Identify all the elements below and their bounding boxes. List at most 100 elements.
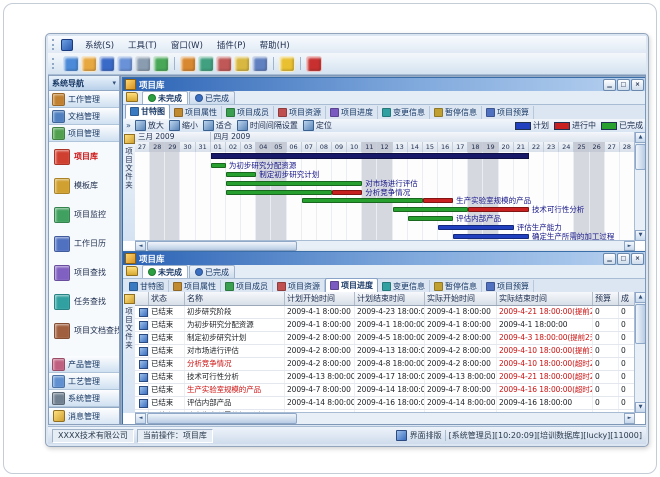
settings-icon[interactable] xyxy=(252,56,268,72)
zoom-in-button[interactable]: 放大 xyxy=(135,120,164,131)
chevron-icon[interactable]: » xyxy=(126,121,131,130)
close-icon[interactable]: × xyxy=(631,253,644,265)
sidebar-header[interactable]: 系统导航 ▾ xyxy=(49,76,119,91)
view-tab[interactable]: 项目预算 xyxy=(482,106,534,119)
gantt-bar[interactable] xyxy=(226,181,362,186)
gantt-bar[interactable] xyxy=(453,234,529,239)
new-icon[interactable] xyxy=(63,56,79,72)
save-icon[interactable] xyxy=(99,56,115,72)
locate-button[interactable]: 定位 xyxy=(303,120,332,131)
close-icon[interactable]: × xyxy=(631,79,644,91)
sidebar-group[interactable]: 产品管理 xyxy=(49,356,119,373)
gantt-bar[interactable] xyxy=(332,190,362,195)
layout-icon[interactable] xyxy=(396,430,407,441)
view-tab[interactable]: 项目属性 xyxy=(170,106,222,119)
layout-label[interactable]: 界面排版 xyxy=(410,430,442,441)
view-tab[interactable]: 项目进度 xyxy=(325,278,378,293)
scroll-down-arrow[interactable]: ▼ xyxy=(635,230,646,241)
vertical-scrollbar[interactable]: ▲ ▼ xyxy=(634,132,646,241)
view-tab[interactable]: 项目成员 xyxy=(222,106,274,119)
table-row[interactable]: 已结束评估内部产品2009-4-14 8:00:002009-4-16 18:0… xyxy=(135,397,635,410)
sidebar-group[interactable]: 项目管理 xyxy=(49,125,119,142)
pin-icon[interactable]: ▾ xyxy=(112,79,116,87)
status-tab[interactable]: 未完成 xyxy=(142,265,188,278)
status-tab[interactable]: 已完成 xyxy=(189,91,235,104)
table-row[interactable]: 已结束制定初步研究计划2009-4-2 8:00:002009-4-5 18:0… xyxy=(135,332,635,345)
view-tab[interactable]: 暂停信息 xyxy=(430,106,482,119)
scroll-thumb[interactable] xyxy=(147,241,297,251)
sidebar-group[interactable]: 工艺管理 xyxy=(49,373,119,390)
table-row[interactable]: 已结束初步研究阶段2009-4-1 8:00:002009-4-23 18:00… xyxy=(135,306,635,319)
scroll-right-arrow[interactable]: ► xyxy=(624,241,635,251)
table-window-titlebar[interactable]: 项目库 ▁□× xyxy=(123,252,646,265)
minimize-icon[interactable]: ▁ xyxy=(603,79,616,91)
status-tab[interactable]: 未完成 xyxy=(142,91,188,104)
sidebar-group[interactable]: 文档管理 xyxy=(49,108,119,125)
table-header-cell[interactable]: 预算 xyxy=(593,292,619,305)
lock-icon[interactable] xyxy=(279,56,295,72)
maximize-icon[interactable]: □ xyxy=(617,253,630,265)
scroll-right-arrow[interactable]: ► xyxy=(624,413,635,424)
sidebar-item[interactable]: 工作日历 xyxy=(49,229,119,258)
table-header-cell[interactable]: 计划开始时间 xyxy=(285,292,355,305)
horizontal-scrollbar[interactable]: ◄ ► xyxy=(135,412,635,424)
scroll-up-arrow[interactable]: ▲ xyxy=(635,292,646,303)
table-header-cell[interactable]: 实际结束时间 xyxy=(497,292,593,305)
menu-grip[interactable] xyxy=(52,39,57,50)
window-layout-icon[interactable] xyxy=(180,56,196,72)
scroll-down-arrow[interactable]: ▼ xyxy=(635,402,646,413)
menu-item[interactable]: 系统(S) xyxy=(78,38,121,52)
interval-settings-button[interactable]: 时间间隔设置 xyxy=(237,120,298,131)
scroll-track[interactable] xyxy=(635,303,646,402)
table-header-cell[interactable]: 名称 xyxy=(185,292,285,305)
gantt-bar[interactable] xyxy=(302,198,423,203)
sidebar-item[interactable]: 项目文档查找 xyxy=(49,316,119,345)
gantt-bar[interactable] xyxy=(211,163,226,168)
print-icon[interactable] xyxy=(135,56,151,72)
status-tab[interactable]: 已完成 xyxy=(189,265,235,278)
sidebar-item[interactable]: 项目监控 xyxy=(49,200,119,229)
scroll-up-arrow[interactable]: ▲ xyxy=(635,132,646,143)
view-tab[interactable]: 变更信息 xyxy=(378,106,430,119)
table-header-cell[interactable] xyxy=(135,292,149,305)
sidebar-tab-messages[interactable]: 消息管理 xyxy=(49,407,119,424)
gantt-bar[interactable] xyxy=(226,172,256,177)
table-row[interactable]: 已结束对市场进行评估2009-4-2 8:00:002009-4-13 18:0… xyxy=(135,345,635,358)
gantt-bar[interactable] xyxy=(211,153,529,159)
chart-icon[interactable] xyxy=(216,56,232,72)
view-tab[interactable]: 甘特图 xyxy=(125,104,170,119)
table-header-cell[interactable]: 状态 xyxy=(149,292,185,305)
table-row[interactable]: 已结束分析竞争情况2009-4-2 8:00:002009-4-8 18:00:… xyxy=(135,358,635,371)
view-tab[interactable]: 项目进度 xyxy=(326,106,378,119)
sidebar-group[interactable]: 系统管理 xyxy=(49,390,119,407)
fit-button[interactable]: 适合 xyxy=(203,120,232,131)
exit-icon[interactable] xyxy=(306,56,322,72)
data-grid-icon[interactable] xyxy=(198,56,214,72)
table-row[interactable]: 已结束技术可行性分析2009-4-13 8:00:002009-4-17 18:… xyxy=(135,371,635,384)
gantt-bar[interactable] xyxy=(393,207,469,212)
maximize-icon[interactable]: □ xyxy=(617,79,630,91)
scroll-thumb[interactable] xyxy=(635,144,646,170)
refresh-icon[interactable] xyxy=(153,56,169,72)
gantt-bar[interactable] xyxy=(423,198,453,203)
gantt-bar[interactable] xyxy=(408,216,453,221)
gantt-window-titlebar[interactable]: 项目库 ▁□× xyxy=(123,78,646,91)
sidebar-item[interactable]: 项目查找 xyxy=(49,258,119,287)
gantt-bar[interactable] xyxy=(226,190,332,195)
sidebar-group[interactable]: 工作管理 xyxy=(49,91,119,108)
scroll-left-arrow[interactable]: ◄ xyxy=(135,413,146,424)
table-header-cell[interactable]: 成 xyxy=(619,292,635,305)
horizontal-scrollbar[interactable]: ◄ ► xyxy=(135,240,635,251)
scroll-track[interactable] xyxy=(146,413,624,424)
table-header-cell[interactable]: 实际开始时间 xyxy=(425,292,497,305)
vertical-scrollbar[interactable]: ▲ ▼ xyxy=(634,292,646,413)
mail-icon[interactable] xyxy=(234,56,250,72)
scroll-thumb[interactable] xyxy=(635,304,646,344)
sidebar-item[interactable]: 项目库 xyxy=(49,142,119,171)
table-header-cell[interactable]: 计划结束时间 xyxy=(355,292,425,305)
scroll-thumb[interactable] xyxy=(147,413,297,424)
sidebar-item[interactable]: 任务查找 xyxy=(49,287,119,316)
scroll-track[interactable] xyxy=(635,143,646,230)
view-tab[interactable]: 项目资源 xyxy=(274,106,326,119)
save-all-icon[interactable] xyxy=(117,56,133,72)
